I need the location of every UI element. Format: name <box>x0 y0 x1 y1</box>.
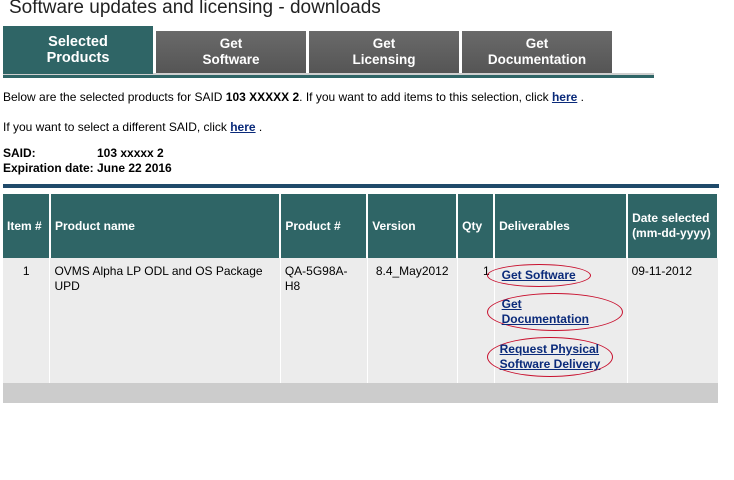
tab-selected-products[interactable]: Selected Products <box>3 26 153 74</box>
request-line1: Request Physical <box>499 342 600 356</box>
said-info: SAID: 103 xxxxx 2 <box>3 146 164 160</box>
cell-product-number: QA-5G98A-H8 <box>280 258 368 383</box>
said-label: SAID: <box>3 146 36 160</box>
tab-label-line1: Get <box>372 36 396 51</box>
tab-get-software[interactable]: Get Software <box>156 31 306 73</box>
get-documentation-link[interactable]: Get Documentation <box>502 297 589 326</box>
table-header-row: Item # Product name Product # Version Qt… <box>3 194 719 258</box>
section-divider <box>3 184 719 188</box>
header-date-line2: (mm-dd-yyyy) <box>632 226 711 240</box>
intro-period: . <box>577 90 584 104</box>
said-value: 103 xxxxx 2 <box>97 146 164 160</box>
change-said-text: If you want to select a different SAID, … <box>3 120 231 134</box>
request-physical-delivery-link[interactable]: Request Physical Software Delivery <box>500 342 601 371</box>
intro-said: 103 XXXXX 2 <box>225 90 300 104</box>
tab-label-line2: Documentation <box>487 52 587 67</box>
footer-cell <box>3 383 718 403</box>
table-footer <box>3 383 718 403</box>
add-items-link[interactable]: here <box>552 90 577 104</box>
header-product-number: Product # <box>280 194 369 258</box>
tab-get-documentation[interactable]: Get Documentation <box>462 31 612 73</box>
tab-get-licensing[interactable]: Get Licensing <box>309 31 459 73</box>
header-date-line1: Date selected <box>632 211 710 225</box>
page-title: Software updates and licensing - downloa… <box>9 0 381 18</box>
tab-label-line1: Get <box>525 36 549 51</box>
cell-version: 8.4_May2012 <box>367 258 458 383</box>
intro-text-after: . If you want to add items to this selec… <box>299 90 552 104</box>
header-date-selected: Date selected (mm-dd-yyyy) <box>627 194 719 258</box>
header-product-name: Product name <box>49 194 282 258</box>
header-version: Version <box>367 194 459 258</box>
change-said-period: . <box>255 120 263 134</box>
tab-underline <box>3 75 654 78</box>
intro-line: Below are the selected products for SAID… <box>3 90 584 104</box>
highlight-circle: Get Documentation <box>486 293 623 331</box>
highlight-circle: Request Physical Software Delivery <box>486 337 614 377</box>
change-said-line: If you want to select a different SAID, … <box>3 120 262 134</box>
highlight-circle: Get Software <box>486 264 591 287</box>
cell-product-name: OVMS Alpha LP ODL and OS Package UPD <box>49 258 281 383</box>
request-line2: Software Delivery <box>499 357 601 371</box>
tab-label-line2: Software <box>202 52 260 67</box>
expiration-info: Expiration date: June 22 2016 <box>3 161 172 175</box>
tab-label-line2: Products <box>46 50 110 66</box>
cell-deliverables: Get Software Get Documentation Request P… <box>486 258 628 383</box>
header-qty: Qty <box>457 194 496 258</box>
cell-item: 1 <box>3 258 51 383</box>
tab-label-line2: Licensing <box>352 52 416 67</box>
cell-date-selected: 09-11-2012 <box>627 258 719 383</box>
products-table: Item # Product name Product # Version Qt… <box>3 194 719 403</box>
get-software-link[interactable]: Get Software <box>502 268 576 282</box>
expiration-value: June 22 2016 <box>97 161 172 175</box>
expiration-label: Expiration date: <box>3 161 94 175</box>
change-said-link[interactable]: here <box>230 120 255 134</box>
table-row: 1 OVMS Alpha LP ODL and OS Package UPD Q… <box>3 258 719 383</box>
tab-label-line1: Get <box>219 36 243 51</box>
header-deliverables: Deliverables <box>494 194 629 258</box>
tab-label-line1: Selected <box>48 34 108 50</box>
header-item: Item # <box>3 194 51 258</box>
intro-text: Below are the selected products for SAID <box>3 90 226 104</box>
